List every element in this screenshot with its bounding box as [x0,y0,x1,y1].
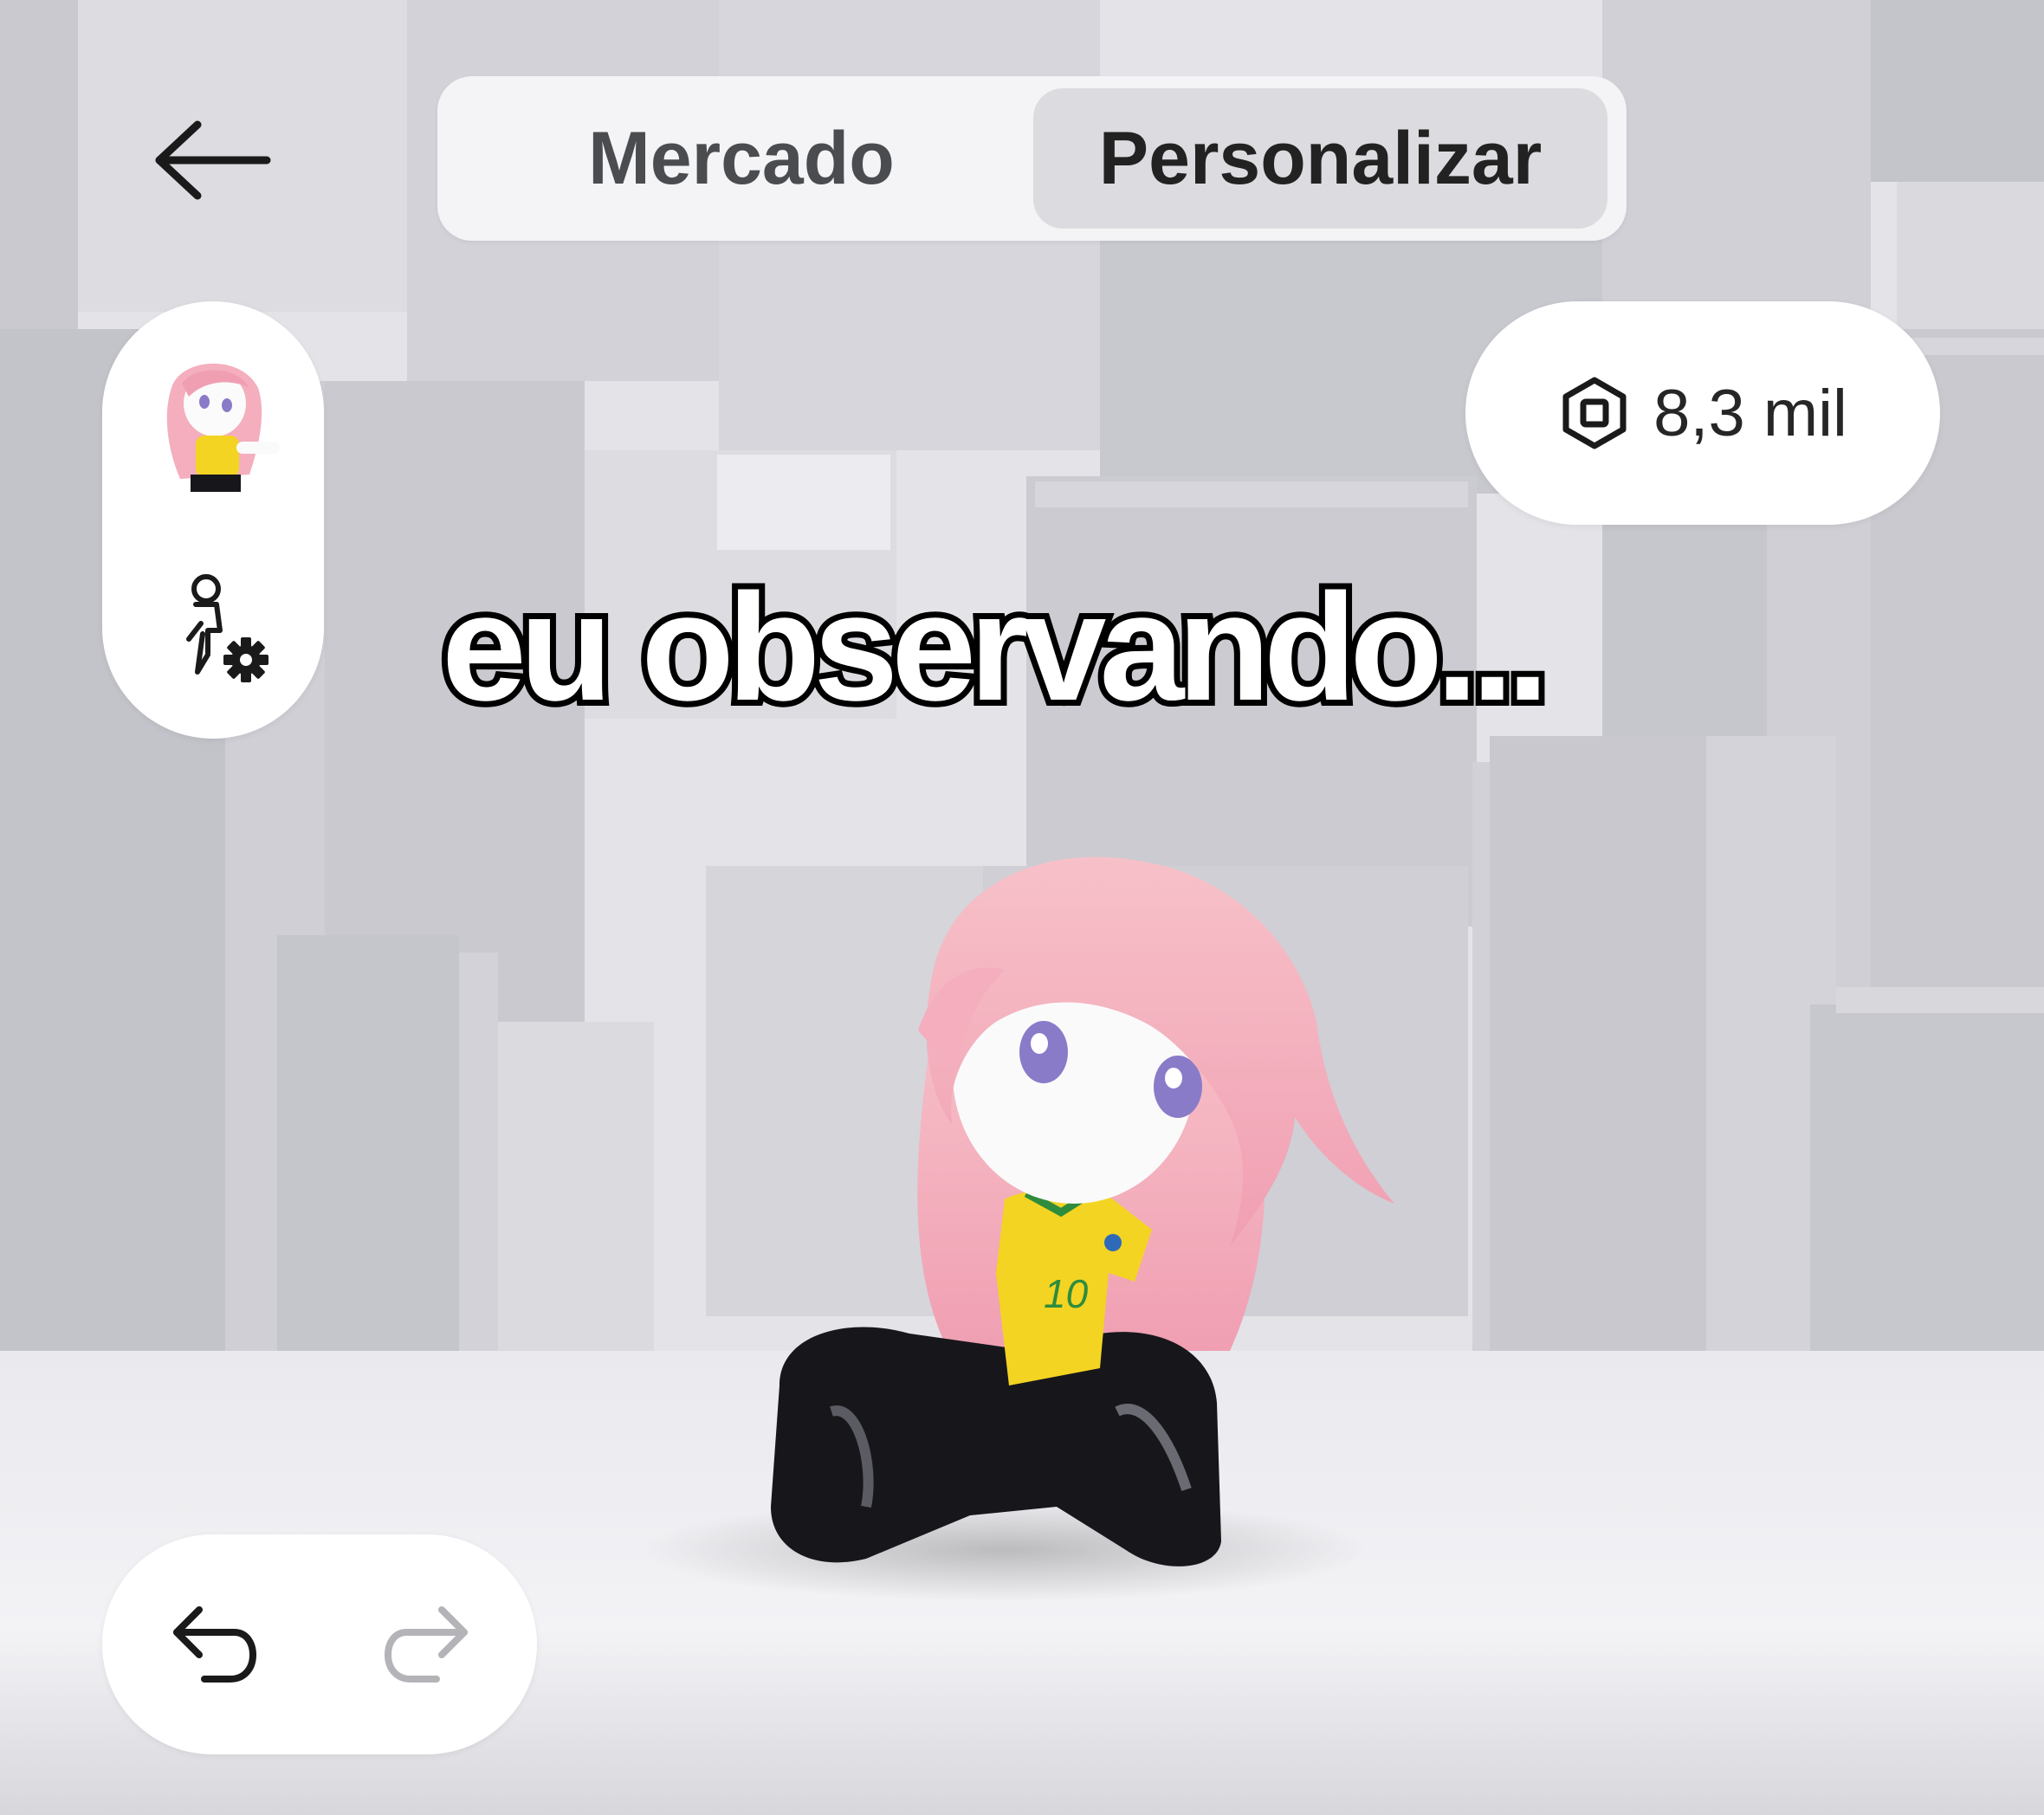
avatar-thumbnail-button[interactable] [128,336,298,506]
robux-icon [1562,377,1627,449]
arrow-left-icon [155,120,271,200]
video-caption: eu observando... [436,563,1556,733]
redo-icon [385,1606,468,1683]
avatar-settings-button[interactable] [163,570,275,691]
tab-marketplace[interactable]: Mercado [451,88,1032,229]
avatar-settings-icon [186,574,268,682]
editor-tab-switcher: Mercado Personalizar [437,76,1627,241]
robux-amount: 8,3 mil [1653,376,1847,450]
back-button[interactable] [147,113,277,208]
tab-customize[interactable]: Personalizar [1033,88,1607,229]
robux-balance-button[interactable]: 8,3 mil [1465,301,1940,525]
undo-button[interactable] [165,1599,260,1689]
svg-text:10: 10 [1044,1271,1089,1316]
undo-icon [173,1606,256,1683]
history-controls [102,1534,537,1754]
avatar-thumbnail [128,336,298,506]
redo-button[interactable] [381,1599,476,1689]
side-panel [102,301,324,739]
